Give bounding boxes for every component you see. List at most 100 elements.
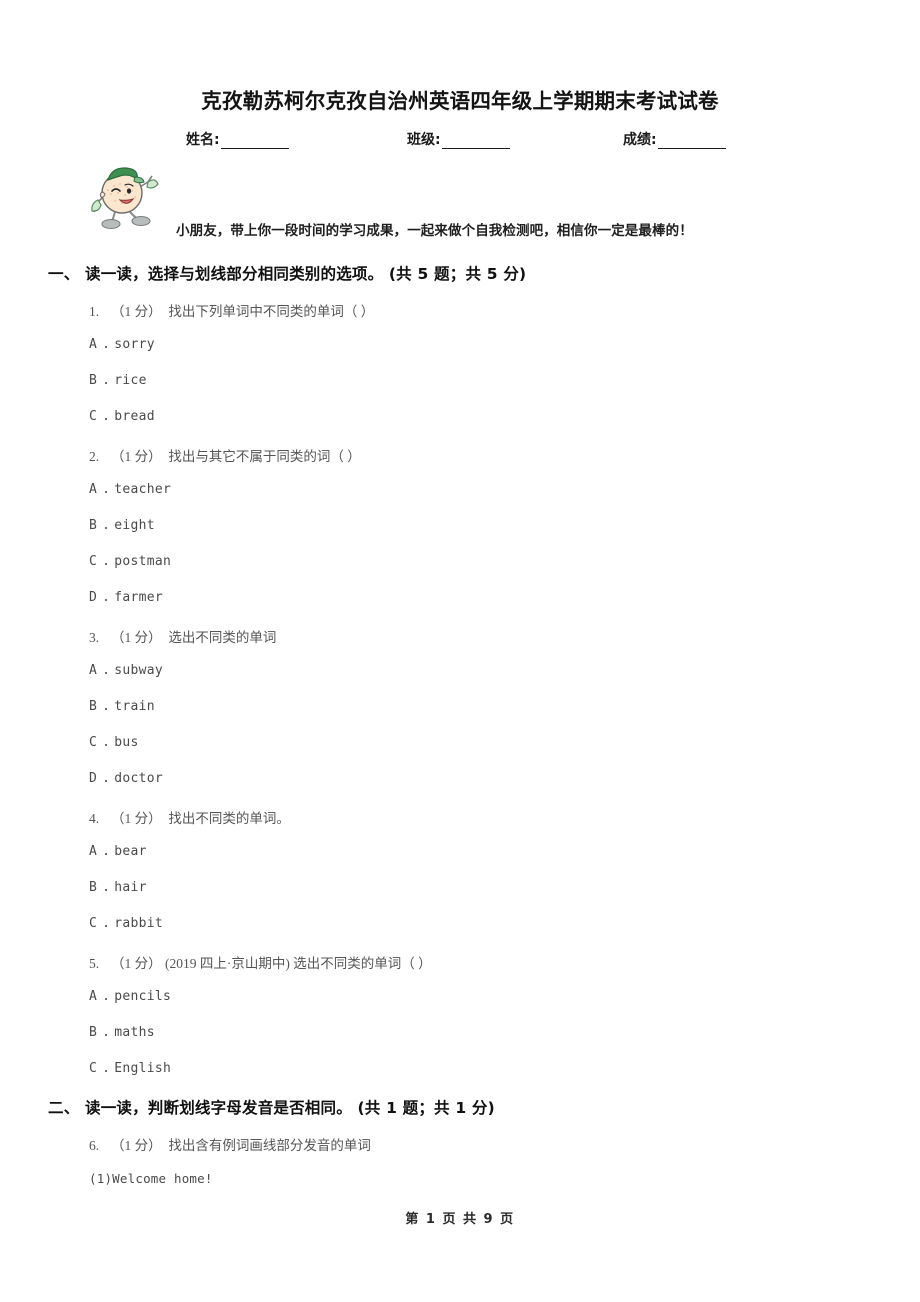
option-text: rice	[114, 373, 147, 388]
score-field: 成绩:	[623, 129, 726, 149]
option-2-a[interactable]: A. teacher	[89, 482, 171, 497]
option-separator: .	[102, 699, 111, 714]
option-text: English	[114, 1061, 172, 1076]
option-3-c[interactable]: C. bus	[89, 735, 139, 750]
option-separator: .	[102, 337, 111, 352]
option-letter: D	[89, 590, 98, 605]
exam-page: 克孜勒苏柯尔克孜自治州英语四年级上学期期末考试试卷 姓名: 班级: 成绩: 小朋…	[0, 0, 920, 1302]
option-3-d[interactable]: D. doctor	[89, 771, 163, 786]
option-letter: B	[89, 880, 98, 895]
option-2-d[interactable]: D. farmer	[89, 590, 163, 605]
option-letter: A	[89, 844, 98, 859]
question-points: （1 分）	[111, 449, 162, 464]
option-text: doctor	[114, 771, 164, 786]
encouragement-text: 小朋友，带上你一段时间的学习成果，一起来做个自我检测吧，相信你一定是最棒的！	[176, 223, 693, 239]
score-label: 成绩:	[623, 132, 657, 148]
question-points: （1 分）	[111, 956, 162, 971]
option-3-a[interactable]: A. subway	[89, 663, 163, 678]
name-blank-line[interactable]	[220, 135, 289, 149]
option-text: bear	[114, 844, 147, 859]
class-field: 班级:	[407, 129, 510, 149]
option-letter: B	[89, 373, 98, 388]
option-letter: C	[89, 409, 98, 424]
option-4-c[interactable]: C. rabbit	[89, 916, 163, 931]
option-text: pencils	[114, 989, 172, 1004]
mascot-character-icon	[86, 160, 162, 232]
option-letter: B	[89, 699, 98, 714]
question-text: 找出不同类的单词。	[168, 811, 290, 826]
option-1-c[interactable]: C. bread	[89, 409, 155, 424]
page-title: 克孜勒苏柯尔克孜自治州英语四年级上学期期末考试试卷	[201, 89, 719, 113]
option-1-b[interactable]: B. rice	[89, 373, 147, 388]
option-separator: .	[102, 880, 111, 895]
question-text: 找出下列单词中不同类的单词（ ）	[168, 304, 375, 319]
option-letter: C	[89, 916, 98, 931]
section-heading-1: 一、 读一读，选择与划线部分相同类别的选项。 (共 5 题；共 5 分)	[48, 265, 527, 283]
question-number: 5.	[89, 956, 100, 971]
question-stem-5: 5. （1 分） (2019 四上·京山期中) 选出不同类的单词（ ）	[89, 952, 432, 972]
option-separator: .	[102, 482, 111, 497]
option-2-b[interactable]: B. eight	[89, 518, 155, 533]
question-points: （1 分）	[111, 304, 162, 319]
option-text: subway	[114, 663, 164, 678]
class-blank-line[interactable]	[441, 135, 510, 149]
question-number: 2.	[89, 449, 100, 464]
question-text: 找出与其它不属于同类的词（ ）	[168, 449, 361, 464]
option-5-b[interactable]: B. maths	[89, 1025, 155, 1040]
option-letter: D	[89, 771, 98, 786]
class-label: 班级:	[407, 132, 441, 148]
option-text: bread	[114, 409, 155, 424]
option-separator: .	[102, 554, 111, 569]
option-letter: B	[89, 518, 98, 533]
question-text: 选出不同类的单词	[168, 630, 277, 645]
option-text: bus	[114, 735, 139, 750]
score-blank-line[interactable]	[657, 135, 726, 149]
question-stem-4: 4. （1 分） 找出不同类的单词。	[89, 807, 290, 827]
question-number: 1.	[89, 304, 100, 319]
question-points: （1 分）	[111, 811, 162, 826]
option-letter: A	[89, 482, 98, 497]
option-separator: .	[102, 1025, 111, 1040]
option-text: postman	[114, 554, 172, 569]
option-text: maths	[114, 1025, 155, 1040]
option-letter: A	[89, 989, 98, 1004]
option-separator: .	[102, 771, 111, 786]
option-separator: .	[102, 1061, 111, 1076]
option-5-a[interactable]: A. pencils	[89, 989, 171, 1004]
option-text: train	[114, 699, 155, 714]
option-4-a[interactable]: A. bear	[89, 844, 147, 859]
option-separator: .	[102, 735, 111, 750]
question-number: 6.	[89, 1138, 100, 1153]
question-points: （1 分）	[111, 1138, 162, 1153]
identity-row: 姓名: 班级: 成绩:	[186, 129, 786, 151]
name-label: 姓名:	[186, 132, 220, 148]
question-number: 4.	[89, 811, 100, 826]
option-text: farmer	[114, 590, 164, 605]
question-subitem-6-1: (1)Welcome home!	[89, 1171, 213, 1186]
question-text: 找出含有例词画线部分发音的单词	[168, 1138, 371, 1153]
option-text: teacher	[114, 482, 172, 497]
option-letter: B	[89, 1025, 98, 1040]
option-4-b[interactable]: B. hair	[89, 880, 147, 895]
option-2-c[interactable]: C. postman	[89, 554, 171, 569]
question-stem-6: 6. （1 分） 找出含有例词画线部分发音的单词	[89, 1134, 371, 1154]
option-1-a[interactable]: A. sorry	[89, 337, 155, 352]
option-separator: .	[102, 916, 111, 931]
question-number: 3.	[89, 630, 100, 645]
option-separator: .	[102, 518, 111, 533]
page-footer: 第 1 页 共 9 页	[405, 1212, 515, 1227]
option-letter: C	[89, 554, 98, 569]
option-text: eight	[114, 518, 155, 533]
question-text: 选出不同类的单词（ ）	[293, 956, 432, 971]
option-text: rabbit	[114, 916, 164, 931]
question-stem-1: 1. （1 分） 找出下列单词中不同类的单词（ ）	[89, 300, 374, 320]
option-separator: .	[102, 844, 111, 859]
option-letter: A	[89, 337, 98, 352]
option-3-b[interactable]: B. train	[89, 699, 155, 714]
option-letter: C	[89, 735, 98, 750]
option-letter: C	[89, 1061, 98, 1076]
option-letter: A	[89, 663, 98, 678]
question-stem-2: 2. （1 分） 找出与其它不属于同类的词（ ）	[89, 445, 361, 465]
option-5-c[interactable]: C. English	[89, 1061, 171, 1076]
option-separator: .	[102, 373, 111, 388]
